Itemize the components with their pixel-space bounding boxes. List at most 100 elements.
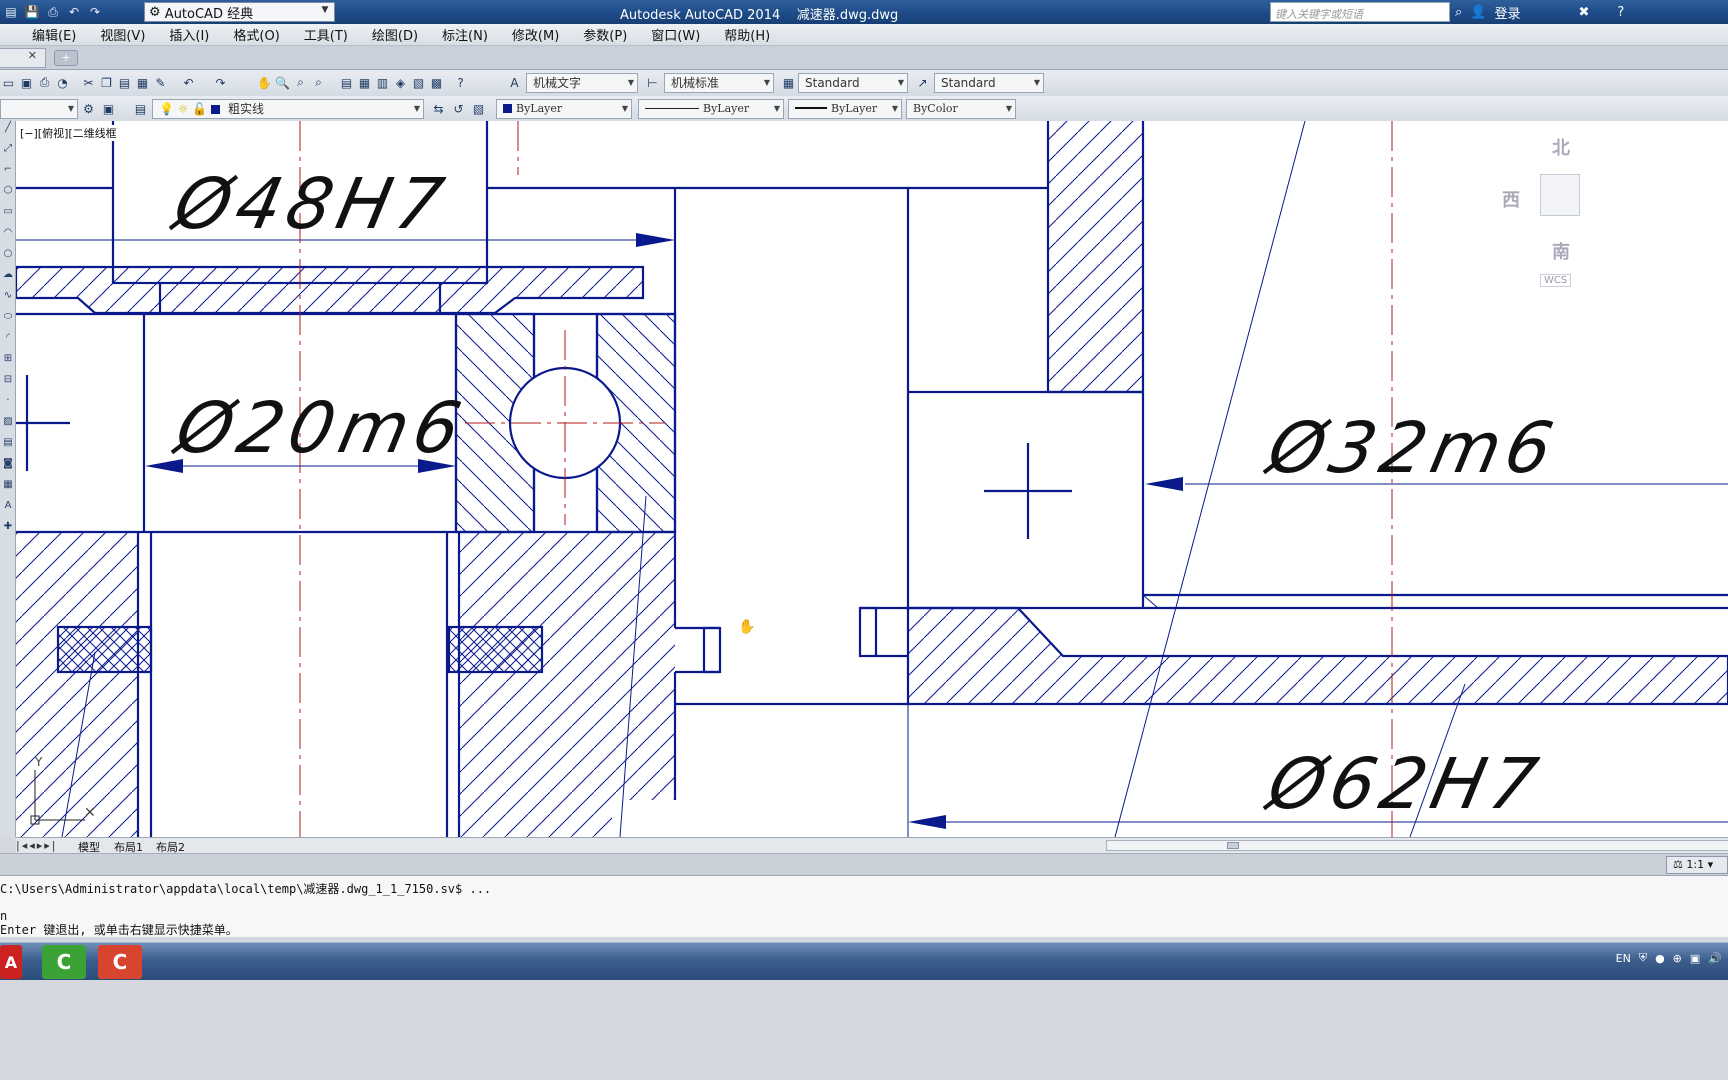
mleader-style-icon[interactable]: ↗ xyxy=(914,74,931,91)
table-style-dropdown[interactable]: Standard ▼ xyxy=(798,73,908,93)
workspace-combo[interactable]: ▼ xyxy=(0,99,78,119)
save-icon[interactable]: 💾 xyxy=(23,3,41,21)
help-icon[interactable]: ? xyxy=(452,74,469,91)
file-tab[interactable]: ✕ xyxy=(0,48,46,68)
region-icon[interactable]: ◙ xyxy=(1,458,15,478)
menu-parametric[interactable]: 参数(P) xyxy=(571,25,639,44)
scroll-thumb[interactable] xyxy=(1227,842,1239,849)
plus-icon[interactable]: ⊕ xyxy=(1673,952,1682,965)
arc-icon[interactable]: ◠ xyxy=(1,227,15,247)
viewcube-face[interactable] xyxy=(1540,174,1580,216)
undo-icon[interactable]: ↶ xyxy=(65,3,83,21)
paste-icon[interactable]: ▤ xyxy=(116,74,133,91)
ellipse-arc-icon[interactable]: ◜ xyxy=(1,332,15,352)
mtext-icon[interactable]: A xyxy=(1,500,15,520)
mleader-style-dropdown[interactable]: Standard ▼ xyxy=(934,73,1044,93)
horizontal-scrollbar[interactable] xyxy=(1106,840,1728,851)
drawing-canvas[interactable]: Ø48H7 Ø20m6 Ø32m6 Ø62H7 Y ✕ ✋ xyxy=(16,121,1728,837)
viewcube-west[interactable]: 西 xyxy=(1502,186,1520,212)
menu-window[interactable]: 窗口(W) xyxy=(639,25,712,44)
make-current-icon[interactable]: ⇆ xyxy=(430,100,447,117)
language-indicator[interactable]: EN xyxy=(1616,952,1631,965)
menu-dimension[interactable]: 标注(N) xyxy=(430,25,500,44)
pan-icon[interactable]: ✋ xyxy=(256,74,273,91)
menu-tools[interactable]: 工具(T) xyxy=(292,25,360,44)
menu-draw[interactable]: 绘图(D) xyxy=(360,25,430,44)
quickcalc-icon[interactable]: ▩ xyxy=(428,74,445,91)
login-link[interactable]: 登录 xyxy=(1494,3,1520,22)
zoom-realtime-icon[interactable]: 🔍 xyxy=(274,74,291,91)
hatch-icon[interactable]: ▨ xyxy=(1,416,15,436)
exchange-icon[interactable]: ✖ xyxy=(1578,5,1589,20)
text-style-icon[interactable]: A xyxy=(506,74,523,91)
cut-icon[interactable]: ✂ xyxy=(80,74,97,91)
autocad-taskbar-icon[interactable]: A xyxy=(0,945,22,979)
shield-icon[interactable]: ⛨ xyxy=(1639,951,1647,965)
volume-icon[interactable]: 🔊 xyxy=(1708,952,1722,965)
save-icon[interactable]: ▣ xyxy=(18,74,35,91)
paste-block-icon[interactable]: ▦ xyxy=(134,74,151,91)
viewcube-north[interactable]: 北 xyxy=(1552,134,1570,160)
annotation-scale[interactable]: ⚖ 1:1 ▾ xyxy=(1666,856,1728,874)
menu-insert[interactable]: 插入(I) xyxy=(157,25,221,44)
viewcube-south[interactable]: 南 xyxy=(1552,238,1570,264)
viewcube-wcs[interactable]: WCS xyxy=(1540,274,1572,287)
properties-icon[interactable]: ▤ xyxy=(338,74,355,91)
redo-icon[interactable]: ↷ xyxy=(212,74,229,91)
add-selected-icon[interactable]: ✚ xyxy=(1,521,15,541)
menu-format[interactable]: 格式(O) xyxy=(221,25,291,44)
point-icon[interactable]: · xyxy=(1,395,15,415)
copy-icon[interactable]: ❐ xyxy=(98,74,115,91)
markup-icon[interactable]: ▧ xyxy=(410,74,427,91)
make-block-icon[interactable]: ⊟ xyxy=(1,374,15,394)
close-icon[interactable]: ✕ xyxy=(28,49,37,62)
circle-icon[interactable]: ○ xyxy=(1,248,15,268)
open-icon[interactable]: ▭ xyxy=(0,74,17,91)
layer-dropdown[interactable]: 💡 ☼ 🔓 粗实线 ▼ xyxy=(152,99,424,119)
menu-view[interactable]: 视图(V) xyxy=(88,25,157,44)
penguin-icon[interactable]: ● xyxy=(1655,952,1665,965)
revcloud-icon[interactable]: ☁ xyxy=(1,269,15,289)
insert-block-icon[interactable]: ⊞ xyxy=(1,353,15,373)
zoom-window-icon[interactable]: ⌕ xyxy=(292,74,309,91)
polyline-icon[interactable]: ⌐ xyxy=(1,164,15,184)
workspace-dropdown[interactable]: ⚙ AutoCAD 经典 ▼ xyxy=(144,2,335,22)
menu-edit[interactable]: 编辑(E) xyxy=(20,25,88,44)
polygon-icon[interactable]: ⬡ xyxy=(1,185,15,205)
user-icon[interactable]: 👤 xyxy=(1470,5,1486,20)
settings-icon[interactable]: ⚙ xyxy=(80,100,97,117)
layer-previous-icon[interactable]: ↺ xyxy=(450,100,467,117)
tab-nav-arrows[interactable]: |◂◂▸▸| xyxy=(16,839,58,852)
viewport-controls-label[interactable]: [−][俯视][二维线框 xyxy=(20,125,117,141)
gradient-icon[interactable]: ▤ xyxy=(1,437,15,457)
new-tab-button[interactable]: + xyxy=(54,50,78,66)
layer-iso-icon[interactable]: ▧ xyxy=(470,100,487,117)
layer-states-icon[interactable]: ▤ xyxy=(132,100,149,117)
table-style-icon[interactable]: ▦ xyxy=(780,74,797,91)
plotstyle-dropdown[interactable]: ByColor ▼ xyxy=(906,99,1016,119)
rectangle-icon[interactable]: ▭ xyxy=(1,206,15,226)
viewcube[interactable]: 北 西 南 WCS xyxy=(1500,130,1728,300)
match-prop-icon[interactable]: ✎ xyxy=(152,74,169,91)
layer-manager-icon[interactable]: ▣ xyxy=(100,100,117,117)
linetype-dropdown[interactable]: ByLayer ▼ xyxy=(638,99,784,119)
camtasia-taskbar-icon[interactable]: C xyxy=(42,945,86,979)
recorder-taskbar-icon[interactable]: C xyxy=(98,945,142,979)
undo-icon[interactable]: ↶ xyxy=(180,74,197,91)
redo-icon[interactable]: ↷ xyxy=(86,3,104,21)
table-icon[interactable]: ▦ xyxy=(1,479,15,499)
help-icon[interactable]: ? xyxy=(1617,5,1624,20)
preview-icon[interactable]: ◔ xyxy=(54,74,71,91)
sheet-set-icon[interactable]: ◈ xyxy=(392,74,409,91)
text-style-dropdown[interactable]: 机械文字 ▼ xyxy=(526,73,638,93)
app-menu-icon[interactable]: ▤ xyxy=(2,3,20,21)
color-dropdown[interactable]: ByLayer ▼ xyxy=(496,99,632,119)
command-window[interactable]: C:\Users\Administrator\appdata\local\tem… xyxy=(0,875,1728,937)
menu-help[interactable]: 帮助(H) xyxy=(712,25,782,44)
search-input[interactable]: 键入关键字或短语 xyxy=(1270,2,1450,22)
line-icon[interactable]: ╱ xyxy=(1,122,15,142)
spline-icon[interactable]: ∿ xyxy=(1,290,15,310)
print-icon[interactable]: ⎙ xyxy=(44,3,62,21)
network-icon[interactable]: ▣ xyxy=(1690,952,1700,965)
plot-icon[interactable]: ⎙ xyxy=(36,74,53,91)
